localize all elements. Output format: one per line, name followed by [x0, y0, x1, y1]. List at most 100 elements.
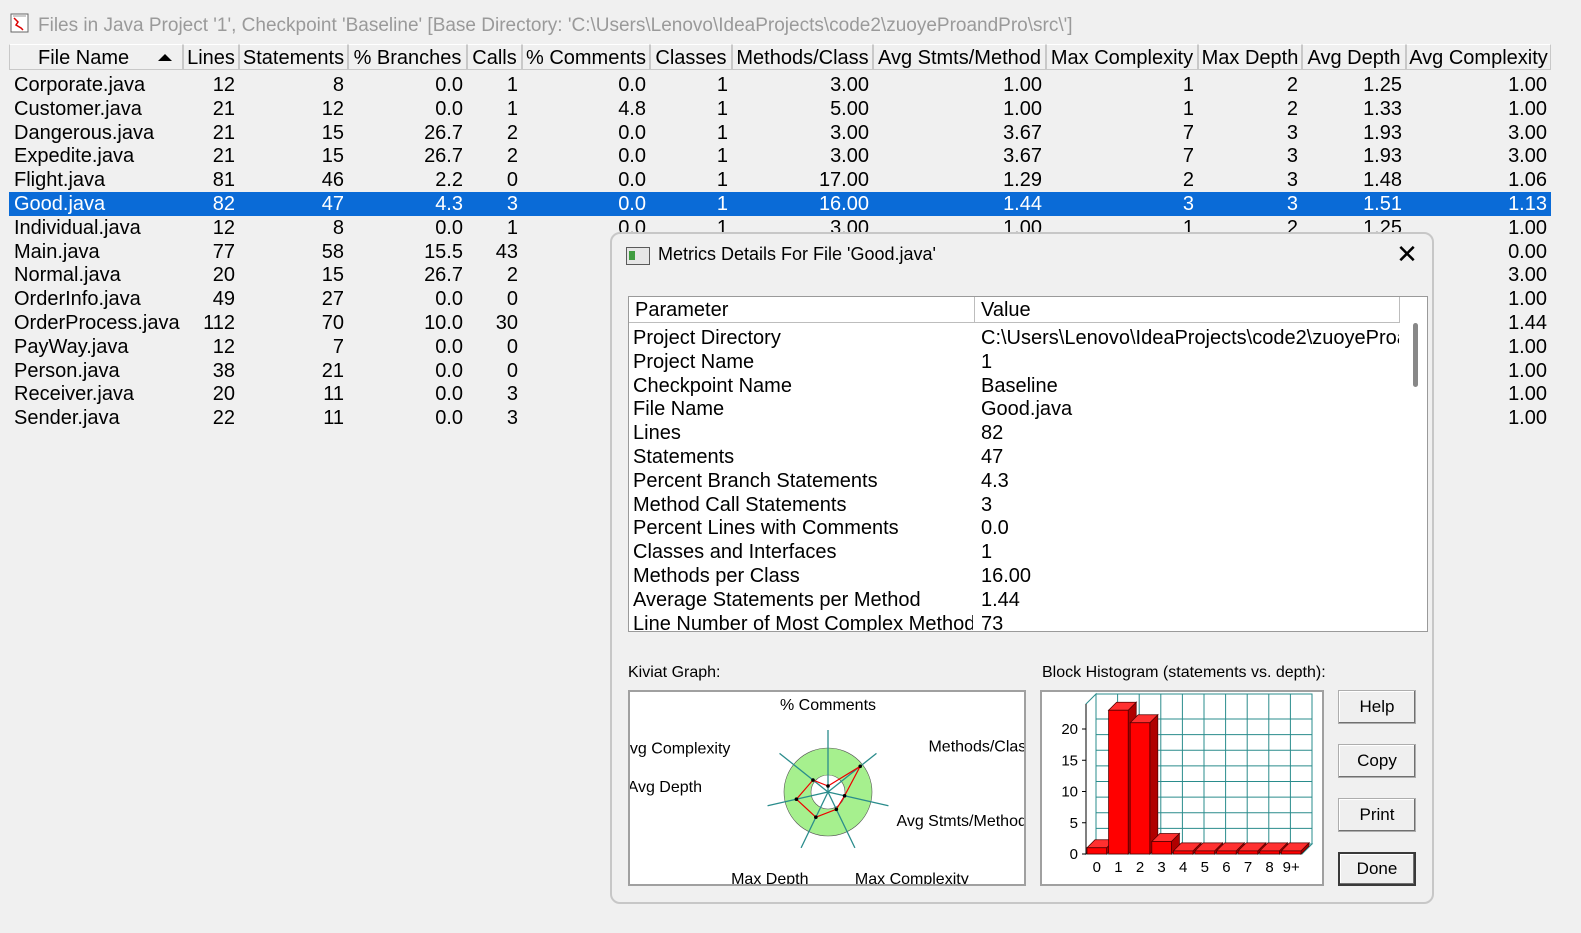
table-cell: 1.00 [1508, 97, 1547, 120]
param-name: Percent Branch Statements [633, 469, 878, 492]
table-cell: 2 [1182, 169, 1194, 192]
column-header-avg-complexity[interactable]: Avg Complexity [1406, 44, 1551, 70]
param-row[interactable]: Statements 47 [629, 445, 1399, 469]
column-header-lines[interactable]: Lines [183, 44, 239, 70]
param-row[interactable]: Percent Branch Statements 4.3 [629, 469, 1399, 493]
table-cell: 0.0 [618, 145, 646, 168]
table-row[interactable]: Expedite.java 21 15 26.7 2 0.0 1 3.00 3.67 7 3 1.93… [9, 144, 1551, 168]
column-header-max-complexity[interactable]: Max Complexity [1046, 44, 1198, 70]
table-cell: 0.0 [618, 74, 646, 96]
file-name-cell: Expedite.java [14, 145, 135, 168]
column-header-statements[interactable]: Statements [239, 44, 348, 70]
table-cell: 2 [506, 145, 518, 168]
param-name: File Name [633, 398, 725, 421]
table-row[interactable]: Dangerous.java 21 15 26.7 2 0.0 1 3.00 3.67 7 3 1.9… [9, 121, 1551, 145]
param-row[interactable]: Percent Lines with Comments 0.0 [629, 516, 1399, 540]
param-header-parameter[interactable]: Parameter [629, 297, 975, 323]
table-cell: 30 [495, 312, 518, 334]
table-cell: 47 [321, 193, 344, 215]
vertical-scroll-thumb[interactable] [1413, 323, 1418, 387]
table-cell: 2 [1286, 74, 1298, 96]
param-row[interactable]: Project Name 1 [629, 350, 1399, 374]
kiviat-axis-label: Methods/Class [928, 738, 1024, 755]
table-cell: 1 [506, 97, 518, 120]
table-cell: 21 [321, 359, 344, 382]
kiviat-axis-label: Max Complexity [855, 871, 969, 884]
column-header-methods-class[interactable]: Methods/Class [732, 44, 873, 70]
table-cell: 0 [506, 335, 518, 358]
table-row[interactable]: Corporate.java 12 8 0.0 1 0.0 1 3.00 1.00 1 2 1.25 1… [9, 73, 1551, 97]
table-cell: 1 [1182, 97, 1194, 120]
histogram-x-tick-label: 9+ [1283, 859, 1300, 876]
histogram-bar [1129, 722, 1151, 855]
file-name-cell: Customer.java [14, 97, 142, 120]
column-header-branches[interactable]: % Branches [348, 44, 467, 70]
help-button[interactable]: Help [1338, 690, 1416, 724]
param-row[interactable]: Classes and Interfaces 1 [629, 540, 1399, 564]
table-cell: 3 [1182, 193, 1194, 215]
column-header-classes[interactable]: Classes [650, 44, 732, 70]
table-cell: 0.0 [435, 407, 463, 430]
param-value: 82 [981, 422, 1004, 445]
table-cell: 3.00 [1508, 264, 1547, 287]
vertical-scrollbar[interactable] [1412, 323, 1420, 629]
histogram-x-tick-label: 4 [1179, 859, 1187, 876]
param-name: Classes and Interfaces [633, 541, 837, 564]
param-row[interactable]: Checkpoint Name Baseline [629, 374, 1399, 398]
histogram-bar [1151, 841, 1172, 855]
table-cell: 2.2 [435, 169, 463, 192]
param-row[interactable]: File Name Good.java [629, 397, 1399, 421]
table-row[interactable]: Customer.java 21 12 0.0 1 4.8 1 5.00 1.00 1 2 1.33 1… [9, 97, 1551, 121]
block-histogram-label: Block Histogram (statements vs. depth): [1042, 664, 1326, 681]
param-row[interactable]: Average Statements per Method 1.44 [629, 588, 1399, 612]
param-row[interactable]: Methods per Class 16.00 [629, 564, 1399, 588]
table-row[interactable]: Flight.java 81 46 2.2 0 0.0 1 17.00 1.29 2 3 1.48 1.… [9, 168, 1551, 192]
parameter-table[interactable]: Parameter Value Project Directory C:\User… [628, 296, 1428, 632]
param-name: Lines [633, 422, 681, 445]
table-cell: 27 [321, 288, 344, 311]
table-cell: 17.00 [818, 169, 869, 192]
table-cell: 0.0 [435, 97, 463, 120]
table-cell: 0.00 [1508, 240, 1547, 263]
column-header-avg-depth[interactable]: Avg Depth [1302, 44, 1406, 70]
histogram-bar-side [1149, 713, 1159, 855]
done-button[interactable]: Done [1338, 852, 1416, 886]
param-row[interactable]: Line Number of Most Complex Method 73 [629, 612, 1399, 632]
table-cell: 2 [1286, 97, 1298, 120]
column-header-comments[interactable]: % Comments [522, 44, 650, 70]
column-header-avg-stmts-method[interactable]: Avg Stmts/Method [873, 44, 1046, 70]
param-row[interactable]: Project Directory C:\Users\Lenovo\IdeaPro… [629, 326, 1399, 350]
param-name: Statements [633, 446, 735, 468]
table-cell: 1.00 [1508, 74, 1547, 96]
param-header-value[interactable]: Value [975, 297, 1400, 323]
param-row[interactable]: Lines 82 [629, 421, 1399, 445]
param-value: 73 [981, 612, 1004, 632]
table-cell: 3 [506, 407, 518, 430]
table-cell: 1.48 [1363, 169, 1402, 192]
table-cell: 12 [321, 97, 344, 120]
column-header-calls[interactable]: Calls [467, 44, 522, 70]
table-cell: 7 [332, 335, 344, 358]
kiviat-data-point [858, 764, 863, 769]
column-header-file-name[interactable]: File Name [9, 44, 183, 70]
table-cell: 0.0 [435, 383, 463, 406]
table-cell: 3.00 [1508, 145, 1547, 168]
table-cell: 46 [321, 169, 344, 192]
table-cell: 20 [212, 264, 235, 287]
dialog-window-icon [626, 247, 650, 265]
kiviat-axis-label: Avg Complexity [630, 740, 730, 757]
param-value: 16.00 [981, 565, 1032, 587]
table-cell: 1.00 [1003, 74, 1042, 96]
table-row[interactable]: Good.java 82 47 4.3 3 0.0 1 16.00 1.44 3 3 1.51 1.13 [9, 192, 1551, 216]
kiviat-axis-label: Avg Stmts/Method [896, 813, 1024, 830]
close-icon[interactable]: ✕ [1392, 240, 1422, 270]
column-header-max-depth[interactable]: Max Depth [1198, 44, 1302, 70]
print-button[interactable]: Print [1338, 798, 1416, 832]
histogram-bar [1108, 709, 1129, 855]
table-cell: 112 [203, 312, 235, 334]
table-cell: 0 [506, 359, 518, 382]
table-cell: 7 [1182, 121, 1194, 144]
param-row[interactable]: Method Call Statements 3 [629, 493, 1399, 517]
copy-button[interactable]: Copy [1338, 744, 1416, 778]
histogram-bar [1280, 850, 1302, 855]
